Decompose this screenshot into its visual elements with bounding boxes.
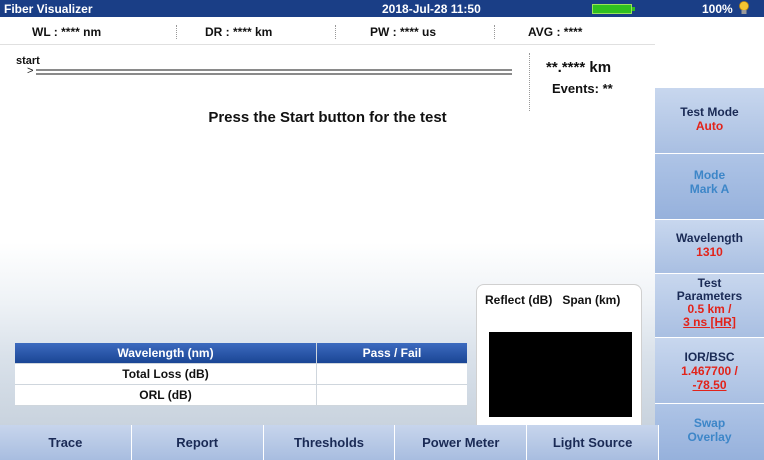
- trace-divider: [529, 53, 530, 111]
- wavelength-info: WL : **** nm: [32, 25, 102, 39]
- battery-icon: [592, 4, 635, 14]
- table-row: ORL (dB): [15, 385, 467, 406]
- lightbulb-icon: [739, 1, 749, 14]
- mode-button[interactable]: Mode Mark A: [655, 153, 764, 219]
- swap-overlay-label: Swap: [693, 416, 726, 430]
- ior-bsc-value-2: -78.50: [692, 378, 727, 392]
- start-arrow-icon: >: [27, 65, 34, 77]
- average-info: AVG : ****: [528, 25, 583, 39]
- info-divider: [335, 25, 336, 39]
- info-divider: [176, 25, 177, 39]
- start-message: Press the Start button for the test: [208, 109, 447, 126]
- pulse-width-info: PW : **** us: [370, 25, 437, 39]
- results-table: Wavelength (nm) Pass / Fail Total Loss (…: [15, 343, 467, 406]
- tab-trace[interactable]: Trace: [0, 425, 132, 460]
- tab-light-source[interactable]: Light Source: [527, 425, 659, 460]
- swap-overlay-button[interactable]: Swap Overlay: [655, 403, 764, 460]
- title-bar: Fiber Visualizer 2018-Jul-28 11:50 100%: [0, 0, 764, 17]
- ior-bsc-label: IOR/BSC: [684, 350, 735, 364]
- ior-bsc-value: 1.467700 /: [681, 364, 738, 378]
- bottom-tab-bar: Trace Report Thresholds Power Meter Ligh…: [0, 425, 659, 460]
- side-panel-header: [655, 17, 764, 87]
- fiber-link-line: [36, 69, 512, 75]
- mode-value: Mark A: [689, 182, 730, 196]
- app-title: Fiber Visualizer: [4, 2, 93, 16]
- datetime: 2018-Jul-28 11:50: [382, 2, 481, 16]
- reflect-span-panel: Reflect (dB) Span (km): [476, 284, 642, 426]
- reflect-span-header: Reflect (dB) Span (km): [485, 293, 621, 307]
- distance-range-info: DR : **** km: [205, 25, 273, 39]
- results-header-row: Wavelength (nm) Pass / Fail: [15, 343, 467, 364]
- info-row: WL : **** nm DR : **** km PW : **** us A…: [0, 17, 655, 45]
- total-loss-value: [317, 364, 467, 384]
- battery-percent: 100%: [702, 2, 733, 16]
- tab-report[interactable]: Report: [131, 425, 264, 460]
- events-count: Events: **: [552, 81, 613, 96]
- test-parameters-button[interactable]: Test Parameters 0.5 km / 3 ns [HR]: [655, 273, 764, 337]
- wavelength-column-header: Wavelength (nm): [15, 343, 317, 363]
- ior-bsc-button[interactable]: IOR/BSC 1.467700 / -78.50: [655, 337, 764, 403]
- info-divider: [494, 25, 495, 39]
- orl-label: ORL (dB): [15, 385, 317, 405]
- test-parameters-value-2: 3 ns [HR]: [683, 315, 736, 329]
- trace-area[interactable]: start > **.**** km Events: ** Press the …: [0, 45, 655, 426]
- swap-overlay-label-2: Overlay: [687, 430, 732, 444]
- table-row: Total Loss (dB): [15, 364, 467, 385]
- reflect-span-display: [489, 332, 632, 417]
- orl-value: [317, 385, 467, 405]
- total-loss-label: Total Loss (dB): [15, 364, 317, 384]
- test-mode-value: Auto: [695, 119, 724, 133]
- wavelength-button[interactable]: Wavelength 1310: [655, 219, 764, 273]
- test-mode-label: Test Mode: [680, 105, 739, 119]
- link-distance: **.**** km: [546, 59, 612, 76]
- test-mode-button[interactable]: Test Mode Auto: [655, 87, 764, 153]
- pass-fail-column-header: Pass / Fail: [362, 346, 422, 360]
- tab-power-meter[interactable]: Power Meter: [395, 425, 528, 460]
- tab-thresholds[interactable]: Thresholds: [263, 425, 396, 460]
- mode-label: Mode: [693, 168, 726, 182]
- wavelength-value: 1310: [696, 245, 723, 259]
- wavelength-label: Wavelength: [676, 231, 743, 245]
